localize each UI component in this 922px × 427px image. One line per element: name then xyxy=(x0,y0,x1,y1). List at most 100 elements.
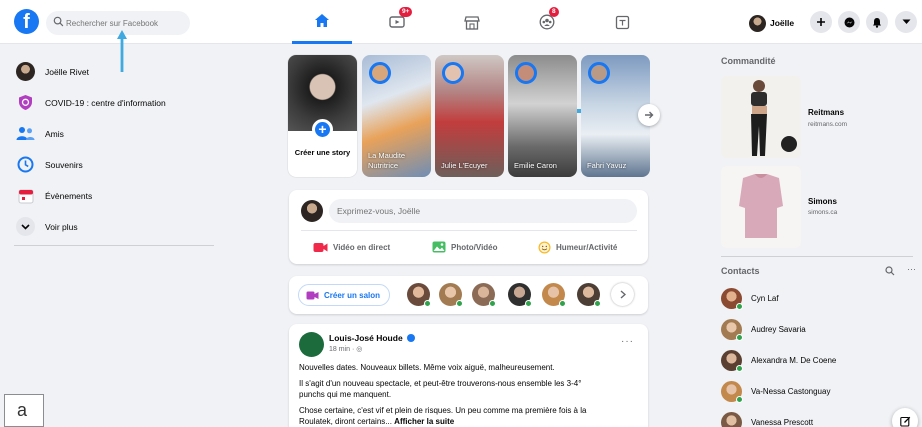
ad-brand-name: Reitmans xyxy=(808,108,845,117)
sidebar-item-events[interactable]: Évènements xyxy=(10,180,215,211)
story-card[interactable]: Julie L'Ecuyer xyxy=(435,55,504,177)
contact-item[interactable]: Vanessa Prescott xyxy=(721,410,813,427)
ad-image xyxy=(721,166,801,248)
friends-icon xyxy=(16,124,35,143)
plus-icon xyxy=(817,18,825,26)
notifications-button[interactable] xyxy=(866,11,888,33)
left-sidebar: Joëlle Rivet COVID-19 : centre d'informa… xyxy=(10,56,215,242)
messenger-button[interactable] xyxy=(838,11,860,33)
watch-video-icon xyxy=(389,16,405,28)
post-text-line: punchs qui me manquent. xyxy=(299,390,392,399)
online-dot xyxy=(424,300,431,307)
tab-home[interactable] xyxy=(292,0,352,44)
photo-video-label: Photo/Vidéo xyxy=(451,242,498,252)
contact-item[interactable]: Audrey Savaria xyxy=(721,317,806,341)
sidebar-item-memories[interactable]: Souvenirs xyxy=(10,149,215,180)
sidebar-item-friends[interactable]: Amis xyxy=(10,118,215,149)
rooms-next-button[interactable] xyxy=(611,283,634,306)
composer-divider xyxy=(301,230,637,231)
online-friend-avatar[interactable] xyxy=(508,283,532,307)
new-message-button[interactable] xyxy=(892,408,918,427)
contact-avatar xyxy=(721,349,743,372)
online-dot xyxy=(525,300,532,307)
sidebar-item-label: Évènements xyxy=(45,190,93,201)
groups-badge: 8 xyxy=(549,7,559,17)
online-dot xyxy=(736,364,743,372)
create-story-label: Créer une story xyxy=(294,148,351,157)
tab-marketplace[interactable] xyxy=(442,0,502,44)
video-room-icon xyxy=(306,291,319,299)
post-text-line: Roulatek, diront certains... Afficher la… xyxy=(299,416,644,427)
compose-edit-icon xyxy=(899,416,910,427)
online-friend-avatar[interactable] xyxy=(472,283,496,307)
feeling-activity-button[interactable]: Humeur/Activité xyxy=(538,238,617,256)
tab-watch[interactable]: 9+ xyxy=(367,0,427,44)
rooms-bar: Créer un salon xyxy=(289,276,648,314)
plus-icon: + xyxy=(312,119,333,140)
photo-video-button[interactable]: Photo/Vidéo xyxy=(432,238,498,256)
messenger-icon xyxy=(844,17,854,27)
post-timestamp[interactable]: 18 min · ◎ xyxy=(329,345,362,353)
online-friend-avatar[interactable] xyxy=(542,283,566,307)
tab-gaming[interactable] xyxy=(592,0,652,44)
sidebar-item-profile[interactable]: Joëlle Rivet xyxy=(10,56,215,87)
composer-avatar xyxy=(301,200,323,222)
online-dot xyxy=(736,333,743,341)
story-card[interactable]: La Maudite Nutritrice xyxy=(362,55,431,177)
contact-item[interactable]: Cyn Laf xyxy=(721,286,779,310)
online-friend-avatar[interactable] xyxy=(439,283,463,307)
story-name: Emilie Caron xyxy=(514,161,557,170)
live-video-button[interactable]: Vidéo en direct xyxy=(313,238,390,256)
smiley-icon xyxy=(538,241,551,253)
contacts-options-icon[interactable]: ··· xyxy=(907,264,916,274)
tab-groups[interactable]: 8 xyxy=(517,0,577,44)
create-button[interactable] xyxy=(810,11,832,33)
story-card[interactable]: Emilie Caron xyxy=(508,55,577,177)
stories-tray: + Créer une story La Maudite Nutritrice … xyxy=(288,55,658,177)
online-dot xyxy=(559,300,566,307)
see-more-link[interactable]: Afficher la suite xyxy=(394,417,454,426)
sidebar-item-label: Amis xyxy=(45,128,64,139)
account-menu-button[interactable] xyxy=(895,11,917,33)
contact-name: Cyn Laf xyxy=(751,293,779,303)
post-author-avatar[interactable] xyxy=(299,332,324,357)
sidebar-item-label: Souvenirs xyxy=(45,159,83,170)
search-contacts-icon[interactable] xyxy=(885,266,895,276)
sidebar-item-label: COVID-19 : centre d'information xyxy=(45,97,166,108)
sponsored-ad[interactable]: Simons simons.ca xyxy=(721,166,911,248)
photo-icon xyxy=(432,241,446,253)
sidebar-item-covid[interactable]: COVID-19 : centre d'information xyxy=(10,87,215,118)
search-icon xyxy=(53,16,64,27)
create-story-card[interactable]: + Créer une story xyxy=(288,55,357,177)
online-friend-avatar[interactable] xyxy=(407,283,431,307)
create-room-label: Créer un salon xyxy=(324,290,381,300)
ad-url: reitmans.com xyxy=(808,121,848,128)
sponsored-ad[interactable]: Reitmans reitmans.com xyxy=(721,76,911,158)
profile-shortcut[interactable]: Joëlle xyxy=(749,11,794,35)
online-friend-avatar[interactable] xyxy=(577,283,601,307)
right-divider xyxy=(721,256,913,257)
online-dot xyxy=(456,300,463,307)
contact-avatar xyxy=(721,318,743,341)
post-text-line: Chose certaine, c'est vif et plein de ri… xyxy=(299,406,587,415)
online-dot xyxy=(489,300,496,307)
memories-clock-icon xyxy=(16,155,35,174)
contact-item[interactable]: Va-Nessa Castonguay xyxy=(721,379,830,403)
composer-input[interactable] xyxy=(329,199,637,223)
home-icon xyxy=(315,14,329,27)
post-author[interactable]: Louis-José Houde xyxy=(329,333,415,343)
story-avatar xyxy=(442,62,464,84)
create-room-button[interactable]: Créer un salon xyxy=(298,284,391,306)
stories-next-button[interactable] xyxy=(638,104,660,126)
top-navigation-bar: f 9+ 8 Joëlle xyxy=(0,0,922,44)
contact-name: Va-Nessa Castonguay xyxy=(751,386,831,396)
arrow-right-icon xyxy=(645,111,654,119)
caret-down-icon xyxy=(902,19,910,24)
post-options-icon[interactable]: ··· xyxy=(621,336,634,347)
sidebar-item-see-more[interactable]: Voir plus xyxy=(10,211,215,242)
covid-shield-icon xyxy=(16,93,35,112)
facebook-logo-icon[interactable]: f xyxy=(14,9,39,34)
profile-name: Joëlle xyxy=(770,18,795,28)
story-avatar xyxy=(515,62,537,84)
contact-item[interactable]: Alexandra M. De Coene xyxy=(721,348,836,372)
